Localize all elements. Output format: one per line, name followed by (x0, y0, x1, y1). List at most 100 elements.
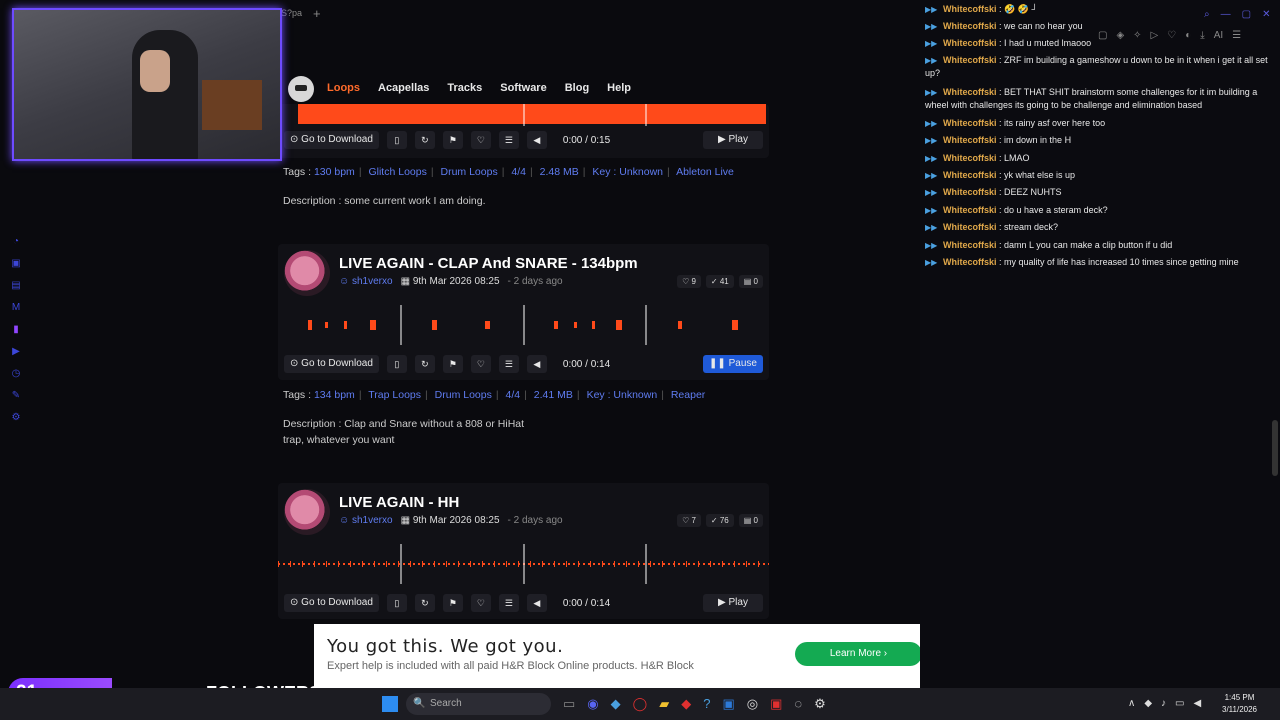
sidebar-twitch-icon[interactable]: ▮ (10, 324, 22, 336)
nav-help[interactable]: Help (607, 82, 631, 94)
webcam-background (202, 80, 262, 130)
tag[interactable]: Drum Loops (435, 389, 492, 401)
heart-icon[interactable]: ♡ (470, 594, 491, 612)
stop-button[interactable]: ▯ (386, 594, 407, 612)
tag[interactable]: 134 bpm (314, 389, 355, 401)
go-to-download-button[interactable]: ⊙ Go to Download (284, 131, 379, 149)
tag[interactable]: Key : Unknown (587, 389, 658, 401)
taskbar-clock[interactable]: 1:45 PM 3/11/2026 (1222, 692, 1257, 716)
tag[interactable]: 4/4 (511, 166, 526, 178)
tag[interactable]: Trap Loops (368, 389, 421, 401)
settings-icon[interactable]: ⚙ (814, 696, 826, 712)
sidebar-gear-icon[interactable]: ⚙ (10, 412, 22, 424)
waveform[interactable] (278, 300, 769, 350)
card-title[interactable]: LIVE AGAIN - HH (339, 494, 459, 511)
volume-icon[interactable]: ◀ (526, 594, 547, 612)
nav-tracks[interactable]: Tracks (447, 82, 482, 94)
upload-ago: - 2 days ago (507, 276, 563, 287)
pause-button[interactable]: ❚❚ Pause (703, 355, 763, 373)
discord-icon[interactable]: ◉ (587, 696, 598, 712)
heart-icon[interactable]: ♡ (470, 131, 491, 149)
user-link[interactable]: ☺ sh1verxo (339, 515, 393, 526)
flag-icon[interactable]: ⚑ (442, 594, 463, 612)
flag-icon[interactable]: ⚑ (442, 131, 463, 149)
game-app-icon[interactable]: ▣ (770, 696, 782, 712)
volume-icon[interactable]: ◀ (526, 131, 547, 149)
comment-icon[interactable]: ☰ (498, 355, 519, 373)
sidebar-clock-icon[interactable]: ◷ (10, 368, 22, 380)
stop-button[interactable]: ▯ (386, 131, 407, 149)
loop-icon[interactable]: ↻ (414, 355, 435, 373)
comments-badge: ▤ 0 (738, 514, 763, 527)
windows-start-icon[interactable] (382, 696, 398, 712)
sidebar-m-icon[interactable]: M (10, 302, 22, 314)
help-icon[interactable]: ? (703, 696, 710, 712)
tag[interactable]: 4/4 (506, 389, 521, 401)
sidebar-note-icon[interactable]: ▤ (10, 280, 22, 292)
tag[interactable]: 130 bpm (314, 166, 355, 178)
chrome-icon[interactable]: ◆ (611, 696, 621, 712)
loop-icon[interactable]: ↻ (414, 594, 435, 612)
loop-icon[interactable]: ↻ (414, 131, 435, 149)
play-button[interactable]: ▶ Play (703, 594, 763, 612)
badge-icon: ▶▶ (925, 258, 938, 267)
tag[interactable]: 2.48 MB (540, 166, 579, 178)
webcam-overlay (12, 8, 282, 161)
volume-icon[interactable]: ◀ (1193, 698, 1201, 709)
heart-icon[interactable]: ♡ (470, 355, 491, 373)
sidebar-history-icon[interactable]: ◔ (10, 236, 22, 248)
loop-card: ⊙ Go to Download ▯ ↻ ⚑ ♡ ☰ ◀ 0:00 / 0:15… (278, 104, 769, 158)
mic-icon[interactable]: ♪ (1161, 698, 1166, 709)
tag[interactable]: Key : Unknown (592, 166, 663, 178)
tag[interactable]: Reaper (671, 389, 705, 401)
chat-message: ▶▶ Whitecoffski : my quality of life has … (925, 257, 1239, 267)
volume-icon[interactable]: ◀ (526, 355, 547, 373)
taskbar-search[interactable]: Search (406, 693, 551, 715)
obs-icon[interactable]: ◎ (747, 696, 758, 712)
sidebar-brush-icon[interactable]: ✎ (10, 390, 22, 402)
tag[interactable]: Ableton Live (676, 166, 734, 178)
playback-time: 0:00 / 0:14 (562, 358, 611, 370)
monitor-icon[interactable]: ▭ (1175, 698, 1184, 709)
tray-chevron-icon[interactable]: ∧ (1128, 698, 1135, 709)
tag[interactable]: Drum Loops (441, 166, 498, 178)
site-navigation: Loops Acapellas Tracks Software Blog Hel… (282, 72, 770, 106)
play-button[interactable]: ▶ Play (703, 131, 763, 149)
tag[interactable]: 2.41 MB (534, 389, 573, 401)
nav-blog[interactable]: Blog (565, 82, 589, 94)
tray-app-icon[interactable]: ◆ (1144, 698, 1152, 709)
opera-icon[interactable]: ◯ (633, 696, 648, 712)
folder-icon[interactable]: ▰ (659, 696, 669, 712)
avatar[interactable] (284, 250, 330, 296)
outlook-icon[interactable]: ▣ (722, 696, 734, 712)
nav-software[interactable]: Software (500, 82, 546, 94)
site-logo-icon[interactable] (288, 76, 314, 102)
tag[interactable]: Glitch Loops (368, 166, 426, 178)
badge-icon: ▶▶ (925, 241, 938, 250)
waveform[interactable] (278, 539, 769, 589)
stop-button[interactable]: ▯ (386, 355, 407, 373)
app-icon[interactable]: ◆ (681, 696, 691, 712)
chat-message: ▶▶ Whitecoffski : do u have a steram deck… (925, 205, 1108, 215)
learn-more-button[interactable]: Learn More › (795, 642, 922, 666)
user-link[interactable]: ☺ sh1verxo (339, 276, 393, 287)
sidebar-play-icon[interactable]: ▶ (10, 346, 22, 358)
card-title[interactable]: LIVE AGAIN - CLAP And SNARE - 134bpm (339, 255, 638, 272)
nav-acapellas[interactable]: Acapellas (378, 82, 429, 94)
flag-icon[interactable]: ⚑ (442, 355, 463, 373)
chat-panel: ⌕ — ▢ ✕ ▢ ◈ ✧ ▷ ♡ ◐ ⤓ AI ☰ ▶▶ Whitecoffsk… (920, 0, 1280, 688)
browser-tab[interactable]: S?pa (281, 8, 302, 18)
nav-loops[interactable]: Loops (327, 82, 360, 94)
new-tab-button[interactable]: + (313, 6, 321, 21)
waveform[interactable] (278, 104, 769, 126)
sidebar-bag-icon[interactable]: ▣ (10, 258, 22, 270)
scrollbar[interactable] (1272, 420, 1278, 476)
steam-icon[interactable]: ◌ (794, 696, 802, 712)
go-to-download-button[interactable]: ⊙ Go to Download (284, 355, 379, 373)
go-to-download-button[interactable]: ⊙ Go to Download (284, 594, 379, 612)
file-explorer-icon[interactable]: ▭ (563, 696, 575, 712)
comment-icon[interactable]: ☰ (498, 594, 519, 612)
avatar[interactable] (284, 489, 330, 535)
likes-badge: ♡ 9 (677, 275, 701, 288)
comment-icon[interactable]: ☰ (498, 131, 519, 149)
